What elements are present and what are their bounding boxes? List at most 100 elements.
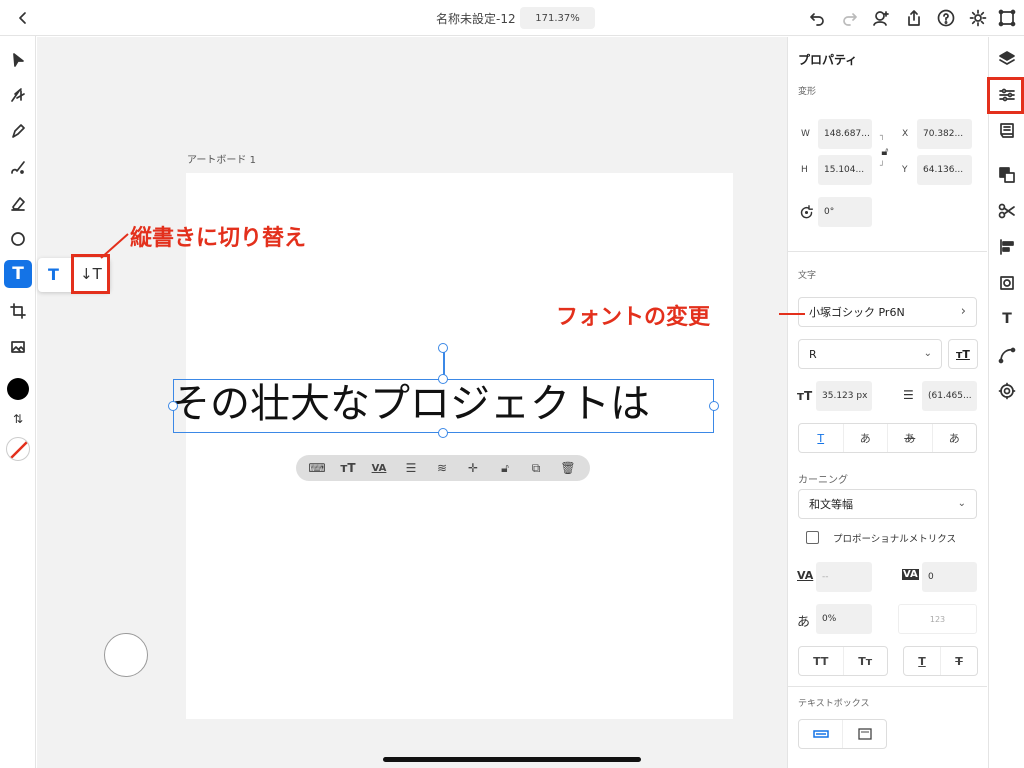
tracking-icon[interactable]: VA xyxy=(370,459,388,477)
image-icon[interactable] xyxy=(4,333,32,361)
tracking-va-icon: VA xyxy=(902,569,919,580)
zoom-level[interactable]: 171.37% xyxy=(520,7,595,29)
tracking-field[interactable]: 0 xyxy=(922,562,977,592)
font-weight-select[interactable]: R ⌄ xyxy=(798,339,942,369)
right-icon-toolbar: T xyxy=(988,37,1024,768)
underline-button[interactable]: T xyxy=(904,647,941,675)
repeat-grid-icon[interactable] xyxy=(4,81,32,109)
delete-trash-icon[interactable]: 🗑︎ xyxy=(559,459,577,477)
text-tool-icon[interactable]: T xyxy=(4,260,32,288)
align-left-icon[interactable] xyxy=(997,237,1017,257)
horizontal-text-button[interactable]: T xyxy=(48,265,59,284)
left-resize-handle[interactable] xyxy=(168,401,178,411)
top-bar: 名称未設定-12 171.37% xyxy=(0,0,1024,36)
plugins-gear-icon[interactable] xyxy=(997,381,1017,401)
eraser-icon[interactable] xyxy=(4,189,32,217)
kerning-value-field[interactable]: -- xyxy=(816,562,872,592)
y-position-field[interactable]: 64.136... xyxy=(917,155,972,185)
duplicate-icon[interactable]: ⧉ xyxy=(527,459,545,477)
line-spacing-icon: ☰ xyxy=(903,388,914,402)
text-style-button[interactable]: ᴛT xyxy=(948,339,978,369)
brush-icon[interactable] xyxy=(4,153,32,181)
align-cross-icon[interactable]: ✛ xyxy=(464,459,482,477)
select-arrow-icon[interactable] xyxy=(4,46,32,74)
aspect-lock-icon[interactable]: 🔓︎ xyxy=(878,145,892,159)
fixed-size-button[interactable] xyxy=(843,720,886,748)
left-toolbar: T ⇅ xyxy=(0,36,36,768)
font-weight-value: R xyxy=(809,347,817,361)
swap-colors-icon[interactable]: ⇅ xyxy=(9,411,27,427)
rotation-icon xyxy=(798,204,814,220)
font-size-icon[interactable]: ᴛT xyxy=(339,459,357,477)
stroke-color-swatch[interactable] xyxy=(6,437,30,461)
canvas-text-object[interactable]: その壮大なプロジェクトは xyxy=(170,376,650,432)
textbox-type-group xyxy=(798,719,887,749)
back-chevron-icon[interactable] xyxy=(14,9,32,27)
line-spacing-field[interactable]: (61.465... xyxy=(922,381,977,411)
fill-color-swatch[interactable] xyxy=(7,378,29,400)
settings-gear-icon[interactable] xyxy=(968,8,988,28)
lock-icon[interactable]: 🔓︎ xyxy=(496,459,514,477)
line-spacing-icon[interactable]: ☰ xyxy=(402,459,420,477)
kerning-select[interactable]: 和文等幅 ⌄ xyxy=(798,489,977,519)
width-label: W xyxy=(801,129,810,139)
cut-scissors-icon[interactable] xyxy=(997,201,1017,221)
right-resize-handle[interactable] xyxy=(709,401,719,411)
artboard-label[interactable]: アートボード 1 xyxy=(187,151,256,166)
path-curve-icon[interactable] xyxy=(997,345,1017,365)
small-caps-button[interactable]: Tт xyxy=(844,647,888,675)
rotate-handle[interactable] xyxy=(438,343,448,353)
layers-icon[interactable] xyxy=(997,49,1017,69)
floating-modifier-button[interactable] xyxy=(104,633,148,677)
auto-width-icon xyxy=(812,730,829,738)
undo-icon[interactable] xyxy=(807,9,827,27)
all-caps-button[interactable]: TT xyxy=(799,647,844,675)
keyboard-icon[interactable]: ⌨ xyxy=(308,459,326,477)
artboard[interactable] xyxy=(186,173,733,719)
help-icon[interactable] xyxy=(936,8,956,28)
share-user-icon[interactable] xyxy=(871,8,891,28)
kerning-label: カーニング xyxy=(798,475,848,486)
component-icon[interactable] xyxy=(997,273,1017,293)
align-option-4[interactable]: あ xyxy=(933,424,977,452)
text-properties-icon[interactable]: T xyxy=(997,309,1017,329)
annotation-leader-line xyxy=(100,233,129,259)
text-decoration-group: T T xyxy=(903,646,978,676)
annotation-box-vertical-text xyxy=(71,254,110,294)
font-size-icon: ᴛT xyxy=(797,389,813,403)
height-label: H xyxy=(801,165,808,175)
font-family-select[interactable]: 小塚ゴシック Pr6N › xyxy=(798,297,977,327)
kerning-va-icon: VA xyxy=(797,569,814,582)
tate-chu-yoko-button[interactable]: 123 xyxy=(898,604,977,634)
artboard-icon[interactable] xyxy=(4,297,32,325)
align-option-1[interactable]: T xyxy=(799,424,844,452)
rotation-field[interactable]: 0° xyxy=(818,197,872,227)
ellipse-icon[interactable] xyxy=(4,225,32,253)
prototype-icon[interactable] xyxy=(997,8,1017,28)
strikethrough-button[interactable]: T xyxy=(941,647,977,675)
proportional-metrics-checkbox[interactable] xyxy=(806,531,819,544)
width-field[interactable]: 148.687... xyxy=(818,119,872,149)
auto-width-button[interactable] xyxy=(799,720,843,748)
divider xyxy=(787,686,987,687)
height-field[interactable]: 15.104... xyxy=(818,155,872,185)
pen-icon[interactable] xyxy=(4,117,32,145)
top-resize-handle[interactable] xyxy=(438,374,448,384)
tsume-field[interactable]: 0% xyxy=(816,604,872,634)
arrange-icon[interactable] xyxy=(997,165,1017,185)
document-title[interactable]: 名称未設定-12 xyxy=(436,10,516,27)
bottom-resize-handle[interactable] xyxy=(438,428,448,438)
align-option-2[interactable]: あ xyxy=(844,424,888,452)
tsume-icon: あ xyxy=(797,615,811,630)
x-position-field[interactable]: 70.382... xyxy=(917,119,972,149)
redo-icon[interactable] xyxy=(840,9,860,27)
text-case-group: TT Tт xyxy=(798,646,888,676)
font-size-field[interactable]: 35.123 px xyxy=(816,381,872,411)
layer-order-icon[interactable]: ≋ xyxy=(433,459,451,477)
font-family-value: 小塚ゴシック Pr6N xyxy=(809,306,905,319)
assets-library-icon[interactable] xyxy=(997,120,1017,140)
export-icon[interactable] xyxy=(904,8,924,28)
align-option-3[interactable]: あ xyxy=(888,424,933,452)
annotation-vertical-label: 縦書きに切り替え xyxy=(130,226,307,251)
link-bracket-bottom: ┘ xyxy=(880,161,885,170)
